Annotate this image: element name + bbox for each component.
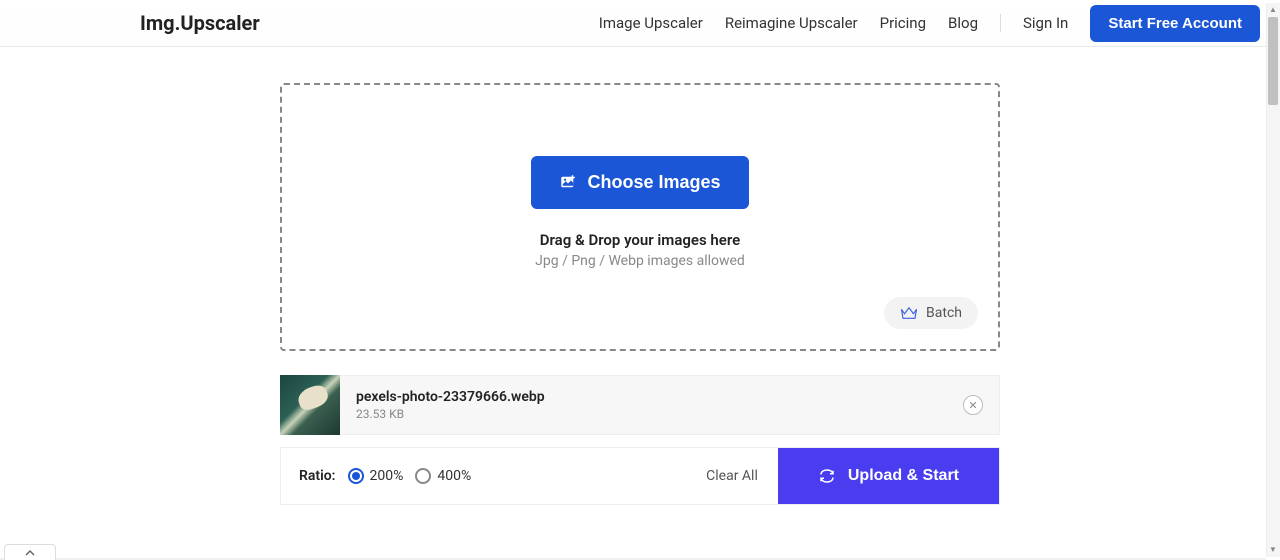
formats-text: Jpg / Png / Webp images allowed bbox=[535, 253, 745, 269]
ratio-400-label: 400% bbox=[437, 468, 471, 484]
crown-icon bbox=[900, 306, 918, 320]
batch-button[interactable]: Batch bbox=[884, 297, 978, 329]
chevron-up-icon bbox=[24, 549, 36, 557]
file-name: pexels-photo-23379666.webp bbox=[356, 389, 545, 405]
close-icon: ✕ bbox=[968, 399, 977, 412]
upload-start-label: Upload & Start bbox=[848, 467, 959, 485]
upload-start-button[interactable]: Upload & Start bbox=[778, 448, 999, 504]
ratio-section: Ratio: 200% 400% bbox=[281, 448, 489, 504]
expand-tab[interactable] bbox=[4, 544, 56, 560]
scroll-thumb[interactable] bbox=[1268, 17, 1278, 105]
choose-images-label: Choose Images bbox=[587, 172, 720, 193]
nav-image-upscaler[interactable]: Image Upscaler bbox=[599, 14, 703, 32]
main-content: Choose Images Drag & Drop your images he… bbox=[280, 83, 1000, 505]
scroll-down-icon[interactable]: ▼ bbox=[1268, 545, 1278, 555]
scrollbar[interactable]: ▲ ▼ bbox=[1266, 3, 1280, 557]
sign-in-link[interactable]: Sign In bbox=[1023, 14, 1068, 32]
start-free-button[interactable]: Start Free Account bbox=[1090, 5, 1260, 42]
nav-pricing[interactable]: Pricing bbox=[880, 14, 926, 32]
ratio-label: Ratio: bbox=[299, 468, 336, 484]
drag-drop-text: Drag & Drop your images here bbox=[540, 231, 740, 249]
file-size: 23.53 KB bbox=[356, 407, 545, 421]
ratio-400-option[interactable]: 400% bbox=[415, 468, 471, 484]
scroll-up-icon[interactable]: ▲ bbox=[1268, 5, 1278, 15]
logo[interactable]: Img.Upscaler bbox=[140, 11, 260, 35]
nav: Image Upscaler Reimagine Upscaler Pricin… bbox=[599, 5, 1260, 42]
file-row: pexels-photo-23379666.webp 23.53 KB ✕ bbox=[280, 375, 1000, 435]
dropzone[interactable]: Choose Images Drag & Drop your images he… bbox=[280, 83, 1000, 351]
header: Img.Upscaler Image Upscaler Reimagine Up… bbox=[0, 0, 1280, 47]
radio-unchecked-icon bbox=[415, 468, 431, 484]
nav-reimagine-upscaler[interactable]: Reimagine Upscaler bbox=[725, 14, 858, 32]
file-thumbnail bbox=[280, 375, 340, 435]
file-meta: pexels-photo-23379666.webp 23.53 KB bbox=[356, 389, 545, 421]
batch-label: Batch bbox=[926, 305, 962, 321]
image-add-icon bbox=[559, 173, 577, 191]
radio-checked-icon bbox=[348, 468, 364, 484]
file-info: pexels-photo-23379666.webp 23.53 KB ✕ bbox=[340, 375, 1000, 435]
controls-row: Ratio: 200% 400% Clear All Upload & Star… bbox=[280, 447, 1000, 505]
clear-all-button[interactable]: Clear All bbox=[686, 448, 778, 504]
remove-file-button[interactable]: ✕ bbox=[963, 395, 983, 415]
nav-divider bbox=[1000, 14, 1001, 32]
ratio-200-option[interactable]: 200% bbox=[348, 468, 404, 484]
choose-images-button[interactable]: Choose Images bbox=[531, 156, 748, 209]
nav-blog[interactable]: Blog bbox=[948, 14, 978, 32]
refresh-icon bbox=[818, 468, 836, 484]
ratio-200-label: 200% bbox=[370, 468, 404, 484]
